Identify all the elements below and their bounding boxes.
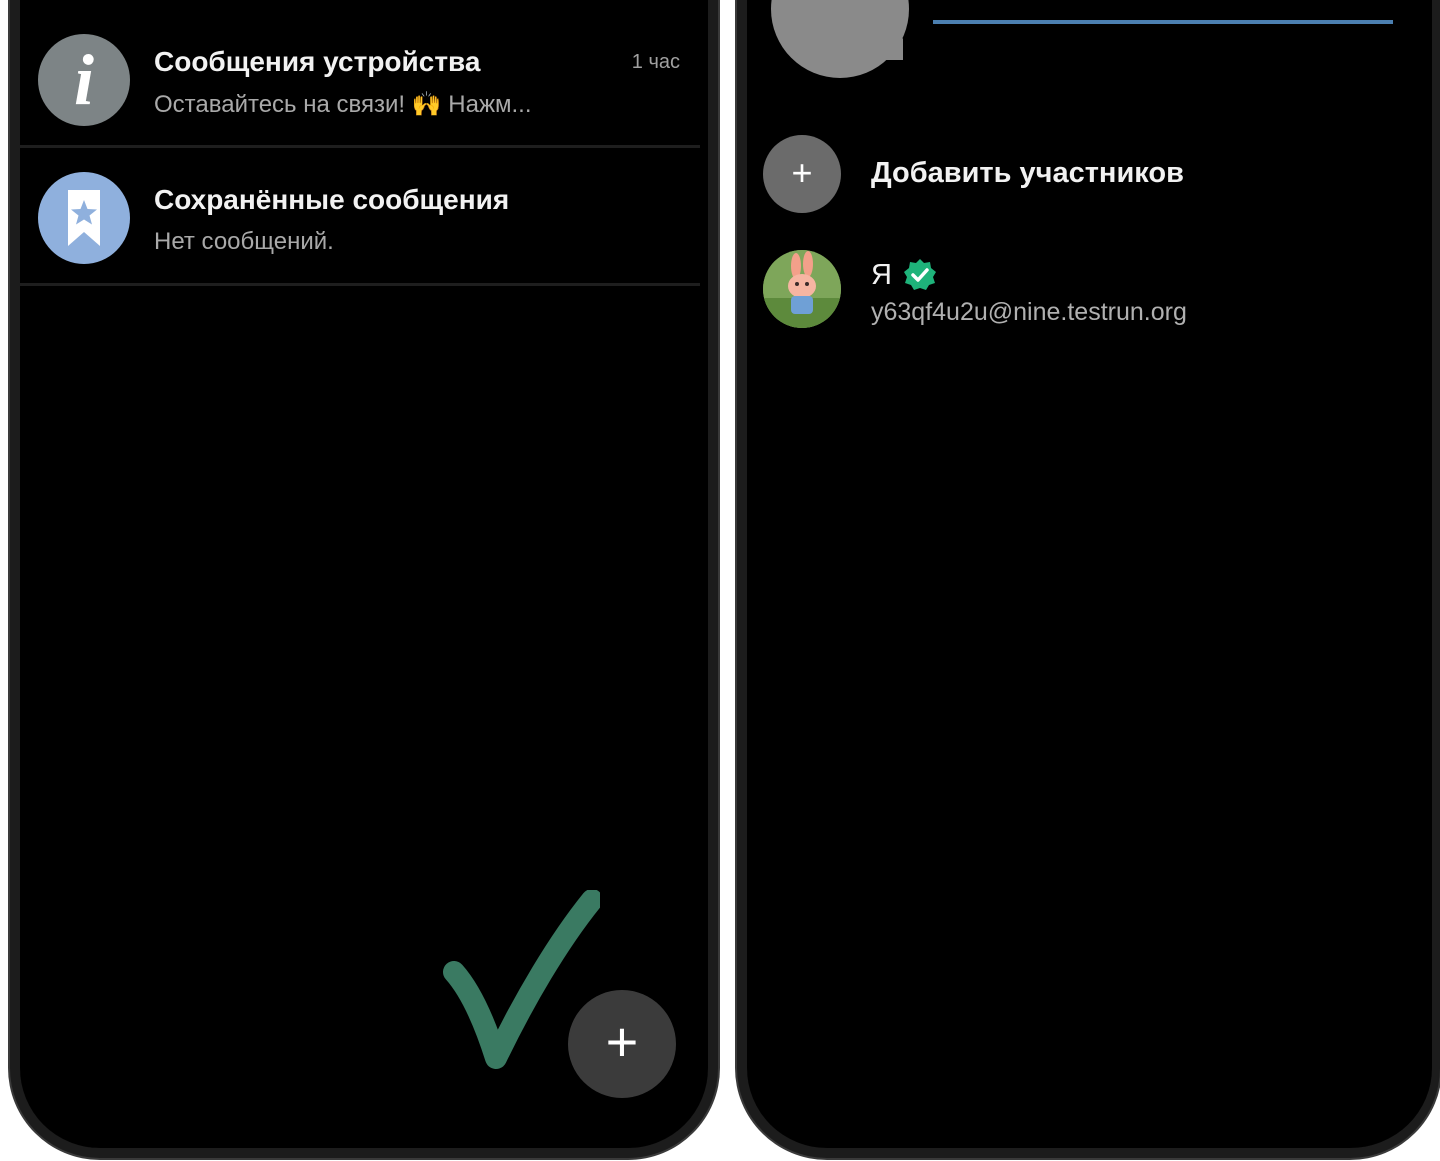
bookmark-star-svg: [68, 190, 100, 246]
phone-left: i Сообщения устройства Оставайтесь на св…: [10, 0, 718, 1158]
plus-glyph: +: [791, 152, 813, 193]
plus-icon: +: [605, 1010, 639, 1073]
screenshot-stage: i Сообщения устройства Оставайтесь на св…: [0, 0, 1440, 1161]
member-row-self[interactable]: Я y63qf4u2u@nine.testrun.org: [747, 250, 1432, 330]
member-email: y63qf4u2u@nine.testrun.org: [871, 298, 1187, 326]
chat-preview: Оставайтесь на связи! 🙌 Нажм...: [154, 91, 532, 118]
add-members-button[interactable]: + Добавить участников: [747, 135, 1432, 215]
chat-title: Сообщения устройства: [154, 46, 481, 77]
chat-list: i Сообщения устройства Оставайтесь на св…: [20, 10, 700, 286]
bunny-avatar-image: [763, 250, 841, 328]
add-members-label: Добавить участников: [871, 157, 1184, 189]
bookmark-star-icon: [38, 172, 130, 264]
chat-list-screen: i Сообщения устройства Оставайтесь на св…: [20, 0, 708, 1148]
avatar: [763, 250, 841, 328]
plus-icon: +: [763, 135, 841, 213]
member-name: Я: [871, 259, 892, 291]
chat-row-saved-messages[interactable]: Сохранённые сообщения Нет сообщений.: [20, 148, 700, 286]
chat-timestamp: 1 час: [631, 51, 680, 73]
info-icon-glyph: i: [73, 40, 94, 120]
chat-row-device-messages[interactable]: i Сообщения устройства Оставайтесь на св…: [20, 10, 700, 148]
group-name-input-underline[interactable]: [933, 20, 1393, 24]
verified-check-icon: [904, 259, 936, 290]
chat-preview: Нет сообщений.: [154, 228, 334, 255]
new-group-screen: + Добавить участников Я y63qf4u2u@nine.t…: [747, 0, 1432, 1148]
new-chat-button[interactable]: +: [568, 990, 676, 1098]
chat-title: Сохранённые сообщения: [154, 184, 510, 215]
group-avatar-edit-corner: [881, 38, 903, 60]
info-icon: i: [38, 34, 130, 126]
phone-right: + Добавить участников Я y63qf4u2u@nine.t…: [737, 0, 1440, 1158]
